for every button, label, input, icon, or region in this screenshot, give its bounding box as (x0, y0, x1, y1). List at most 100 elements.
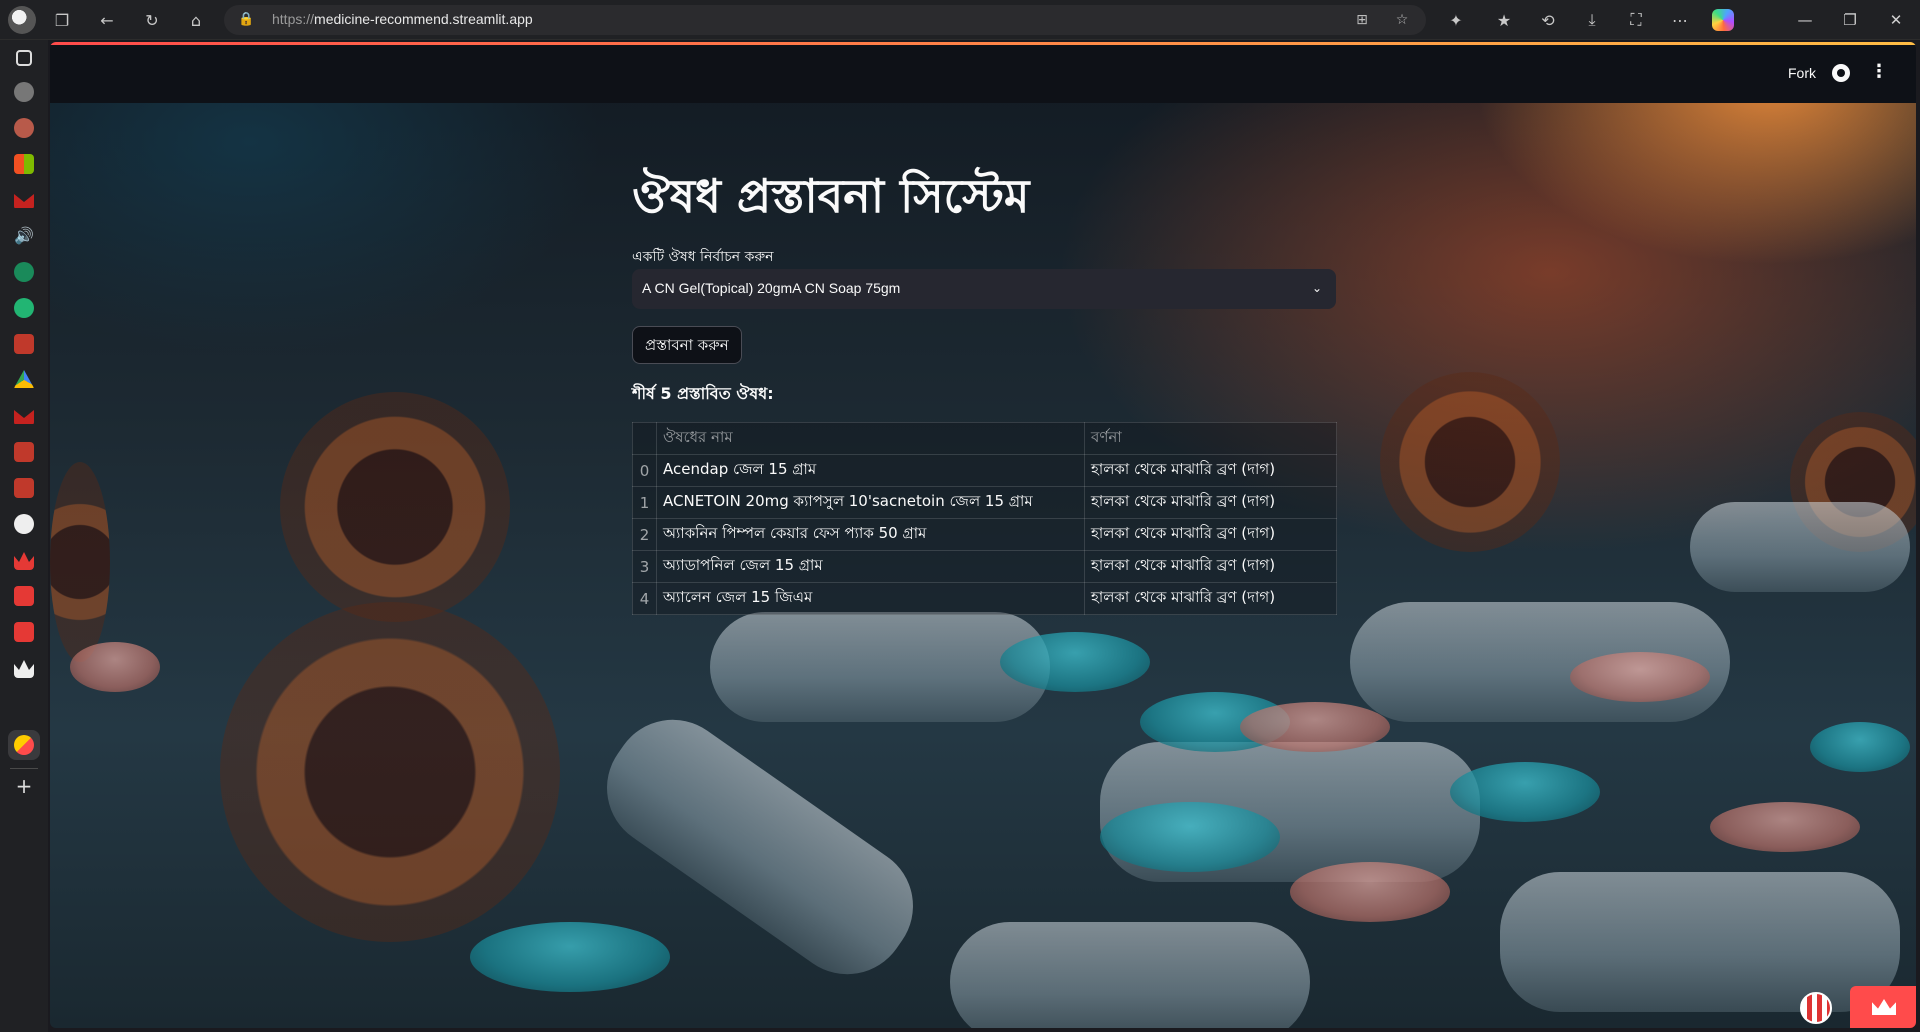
table-cell-description[interactable]: হালকা থেকে মাঝারি ব্রণ (দাগ) (1084, 486, 1337, 519)
crown-icon[interactable] (14, 622, 34, 642)
table-cell-description[interactable]: হালকা থেকে মাঝারি ব্রণ (দাগ) (1084, 550, 1337, 583)
gmail-icon[interactable] (14, 410, 34, 424)
minimize-icon[interactable]: — (1785, 6, 1825, 34)
table-cell-name[interactable]: অ্যালেন জেল 15 জিএম (656, 582, 1085, 615)
url-text[interactable]: https://medicine-recommend.streamlit.app (272, 11, 533, 27)
background-tablet-image (1000, 632, 1150, 692)
background-bottle-image (280, 392, 510, 622)
background-tablet-image (1140, 692, 1290, 752)
chevron-down-icon[interactable]: ⌄ (1310, 281, 1324, 295)
table-cell-description[interactable]: হালকা থেকে মাঝারি ব্রণ (দাগ) (1084, 454, 1337, 487)
medicine-select[interactable]: A CN Gel(Topical) 20gmA CN Soap 75gm ⌄ (632, 269, 1336, 309)
add-icon[interactable]: + (14, 776, 34, 796)
background-tablet-image (70, 642, 160, 692)
table-header-description[interactable]: বর্ণনা (1084, 422, 1337, 455)
app-header: Fork ⋮ (50, 45, 1916, 103)
fork-link[interactable]: Fork (1788, 65, 1816, 81)
sidebar-divider (10, 768, 38, 769)
red-app-icon[interactable] (14, 442, 34, 462)
background-tablet-image (470, 922, 670, 992)
table-cell-description[interactable]: হালকা থেকে মাঝারি ব্রণ (দাগ) (1084, 518, 1337, 551)
table-cell-name[interactable]: অ্যাকনিন পিম্পল কেয়ার ফেস প্যাক 50 গ্রা… (656, 518, 1085, 551)
background-pill-image (1500, 872, 1900, 1012)
openai-icon[interactable] (14, 514, 34, 534)
background-pill-image (950, 922, 1310, 1028)
browser-sidebar: 🔊 + (0, 40, 48, 1032)
app-frame: Fork ⋮ ঔষধ প্রস্তাবনা সিস্টেম একটি ঔষধ ন… (50, 42, 1916, 1028)
table-row[interactable]: 4 অ্যালেন জেল 15 জিএম হালকা থেকে মাঝারি … (632, 582, 1337, 615)
table-row-index: 2 (632, 518, 657, 551)
app-available-icon[interactable]: ⊞ (1353, 11, 1371, 29)
extensions-icon[interactable]: ✦ (1442, 6, 1470, 34)
table-row[interactable]: 0 Acendap জেল 15 গ্রাম হালকা থেকে মাঝারি… (632, 454, 1337, 487)
chrome-icon[interactable] (14, 82, 34, 102)
table-header-name[interactable]: ঔষধের নাম (656, 422, 1085, 455)
speaker-icon[interactable]: 🔊 (14, 226, 34, 246)
copilot-icon[interactable] (1712, 9, 1734, 31)
background-tablet-image (1450, 762, 1600, 822)
favorite-star-icon[interactable]: ☆ (1393, 11, 1411, 29)
downloads-icon[interactable]: ⤓ (1578, 6, 1606, 34)
screenshot-icon[interactable]: ⛶ (1622, 6, 1650, 34)
background-bottle-image (50, 462, 110, 662)
recommendation-table[interactable]: ঔষধের নাম বর্ণনা 0 Acendap জেল 15 গ্রাম … (632, 422, 1337, 615)
favorites-icon[interactable]: ★ (1490, 6, 1518, 34)
tabs-icon[interactable] (16, 50, 32, 66)
background-pill-image (583, 696, 937, 998)
table-cell-name[interactable]: Acendap জেল 15 গ্রাম (656, 454, 1085, 487)
streamlit-tab-icon[interactable] (14, 735, 34, 755)
background-pill-image (1690, 502, 1910, 592)
table-row-index: 3 (632, 550, 657, 583)
background-pill-image (1100, 742, 1480, 882)
history-icon[interactable]: ⟲ (1534, 6, 1562, 34)
restore-icon[interactable]: ❐ (1830, 6, 1870, 34)
crown-icon[interactable] (14, 586, 34, 606)
crown-icon[interactable] (14, 660, 34, 678)
more-menu-icon[interactable]: ⋯ (1666, 6, 1694, 34)
table-cell-description[interactable]: হালকা থেকে মাঝারি ব্রণ (দাগ) (1084, 582, 1337, 615)
refresh-icon[interactable]: ↻ (138, 6, 166, 34)
green-app-icon[interactable] (14, 298, 34, 318)
background-tablet-image (1100, 802, 1280, 872)
address-bar[interactable]: 🔒 https://medicine-recommend.streamlit.a… (224, 5, 1426, 35)
crown-icon (1872, 999, 1896, 1015)
page-title: ঔষধ প্রস্তাবনা সিস্টেম (632, 169, 1030, 223)
back-icon[interactable]: ← (93, 6, 121, 34)
browser-toolbar: ❐ ← ↻ ⌂ 🔒 https://medicine-recommend.str… (0, 0, 1920, 40)
avatar-icon[interactable] (14, 118, 34, 138)
table-header-row: ঔষধের নাম বর্ণনা (632, 422, 1337, 455)
profile-avatar[interactable] (8, 6, 36, 34)
gmail-icon[interactable] (14, 194, 34, 208)
manage-app-button[interactable] (1850, 986, 1916, 1028)
table-row[interactable]: 3 অ্যাডাপনিল জেল 15 গ্রাম হালকা থেকে মাঝ… (632, 550, 1337, 583)
background-pill-image (1350, 602, 1730, 722)
apps-grid-icon[interactable] (14, 154, 34, 174)
table-header-index[interactable] (632, 422, 657, 455)
green-app-icon[interactable] (14, 262, 34, 282)
table-row[interactable]: 1 ACNETOIN 20mg ক্যাপসুল 10'sacnetoin জে… (632, 486, 1337, 519)
background-pill-image (710, 612, 1050, 722)
background-bottle-image (220, 602, 560, 942)
select-value[interactable]: A CN Gel(Topical) 20gmA CN Soap 75gm (642, 280, 900, 296)
home-icon[interactable]: ⌂ (182, 6, 210, 34)
red-app-icon[interactable] (14, 478, 34, 498)
creator-avatar[interactable] (1800, 992, 1832, 1024)
workspaces-icon[interactable]: ❐ (48, 6, 76, 34)
close-icon[interactable]: ✕ (1876, 6, 1916, 34)
kebab-menu-icon[interactable]: ⋮ (1870, 61, 1888, 83)
red-app-icon[interactable] (14, 334, 34, 354)
drive-icon[interactable] (14, 370, 34, 388)
results-heading: শীর্ষ 5 প্রস্তাবিত ঔষধ: (632, 384, 774, 403)
table-row[interactable]: 2 অ্যাকনিন পিম্পল কেয়ার ফেস প্যাক 50 গ্… (632, 518, 1337, 551)
table-cell-name[interactable]: ACNETOIN 20mg ক্যাপসুল 10'sacnetoin জেল … (656, 486, 1085, 519)
background-tablet-image (1570, 652, 1710, 702)
crown-icon[interactable] (14, 552, 34, 570)
table-cell-name[interactable]: অ্যাডাপনিল জেল 15 গ্রাম (656, 550, 1085, 583)
recommend-button[interactable]: প্রস্তাবনা করুন (632, 326, 742, 364)
github-icon[interactable] (1832, 64, 1850, 82)
background-tablet-image (1290, 862, 1450, 922)
background-bottle-image (1790, 412, 1916, 552)
select-label: একটি ঔষধ নির্বাচন করুন (632, 249, 774, 265)
lock-icon[interactable]: 🔒 (238, 12, 254, 28)
background-tablet-image (1710, 802, 1860, 852)
